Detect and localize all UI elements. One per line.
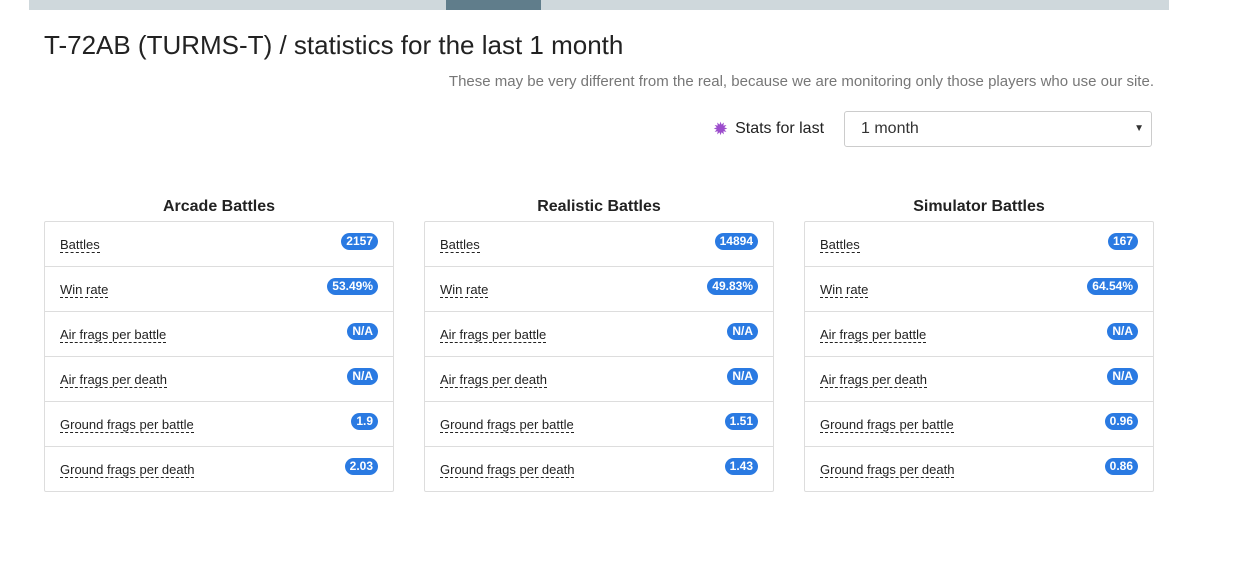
stat-label[interactable]: Ground frags per battle [60,417,194,433]
stat-badge: 49.83% [707,278,758,295]
panel-title: Realistic Battles [537,198,661,215]
stat-row-ground-frags-death: Ground frags per death 0.86 [805,446,1153,491]
page-subtitle: These may be very different from the rea… [448,73,1154,90]
stat-label[interactable]: Battles [440,237,480,253]
stat-row-battles: Battles 14894 [425,222,773,266]
top-nav-active-segment[interactable] [446,0,541,10]
stat-badge: 2157 [341,233,378,250]
stat-badge: N/A [1107,368,1138,385]
stat-label[interactable]: Win rate [820,282,869,298]
stat-row-win-rate: Win rate 49.83% [425,266,773,311]
stat-badge: 53.49% [327,278,378,295]
stat-row-ground-frags-death: Ground frags per death 2.03 [45,446,393,491]
stat-badge: 1.51 [724,413,758,430]
stat-badge: 167 [1107,233,1138,250]
stat-label[interactable]: Ground frags per death [60,462,195,478]
stat-badge: N/A [727,323,758,340]
stat-badge: 64.54% [1087,278,1138,295]
stat-badge: 0.86 [1104,458,1138,475]
stat-row-ground-frags-battle: Ground frags per battle 0.96 [805,401,1153,446]
stat-label[interactable]: Air frags per death [820,372,927,388]
panel-arcade: Arcade Battles Battles 2157 Win rate 53.… [44,198,394,492]
stat-label[interactable]: Win rate [440,282,489,298]
panel-title: Arcade Battles [162,198,276,215]
stat-label[interactable]: Air frags per battle [440,327,547,343]
page-title: T-72AB (TURMS-T) / statistics for the la… [44,30,624,60]
stat-badge: N/A [347,323,378,340]
panel-title: Simulator Battles [913,198,1045,215]
stat-label[interactable]: Ground frags per battle [440,417,574,433]
stat-label[interactable]: Air frags per battle [820,327,927,343]
stat-badge: 2.03 [344,458,378,475]
stat-row-air-frags-battle: Air frags per battle N/A [45,311,393,356]
stat-row-air-frags-death: Air frags per death N/A [425,356,773,401]
period-select[interactable]: 1 month ▼ [844,111,1152,147]
stat-row-battles: Battles 2157 [45,222,393,266]
panel-realistic: Realistic Battles Battles 14894 Win rate… [424,198,774,492]
stat-row-ground-frags-battle: Ground frags per battle 1.51 [425,401,773,446]
stats-list: Battles 14894 Win rate 49.83% Air frags … [424,221,774,492]
stat-row-win-rate: Win rate 53.49% [45,266,393,311]
stats-list: Battles 167 Win rate 64.54% Air frags pe… [804,221,1154,492]
stats-for-label: Stats for last [735,120,825,137]
stat-row-air-frags-death: Air frags per death N/A [45,356,393,401]
stat-row-ground-frags-battle: Ground frags per battle 1.9 [45,401,393,446]
stat-label[interactable]: Air frags per battle [60,327,167,343]
stat-label[interactable]: Air frags per death [60,372,167,388]
stat-badge: 1.43 [724,458,758,475]
stat-badge: 1.9 [351,413,378,430]
stat-badge: N/A [347,368,378,385]
stat-label[interactable]: Battles [820,237,860,253]
stat-row-air-frags-death: Air frags per death N/A [805,356,1153,401]
stat-row-ground-frags-death: Ground frags per death 1.43 [425,446,773,491]
stats-period-label: ✹ Stats for last [713,120,824,138]
stats-list: Battles 2157 Win rate 53.49% Air frags p… [44,221,394,492]
period-select-value: 1 month [861,120,919,137]
stat-badge: 14894 [714,233,758,250]
stat-row-air-frags-battle: Air frags per battle N/A [425,311,773,356]
stat-badge: N/A [1107,323,1138,340]
stat-badge: N/A [727,368,758,385]
stat-label[interactable]: Ground frags per death [440,462,575,478]
stat-label[interactable]: Win rate [60,282,109,298]
stat-row-air-frags-battle: Air frags per battle N/A [805,311,1153,356]
stat-label[interactable]: Ground frags per battle [820,417,954,433]
stat-row-win-rate: Win rate 64.54% [805,266,1153,311]
chevron-down-icon: ▼ [1134,123,1144,134]
cog-icon: ✹ [713,119,729,139]
stat-label[interactable]: Ground frags per death [820,462,955,478]
panel-simulator: Simulator Battles Battles 167 Win rate 6… [804,198,1154,492]
stat-row-battles: Battles 167 [805,222,1153,266]
stat-label[interactable]: Battles [60,237,100,253]
stat-badge: 0.96 [1104,413,1138,430]
top-nav-bar [29,0,1169,10]
stat-label[interactable]: Air frags per death [440,372,547,388]
